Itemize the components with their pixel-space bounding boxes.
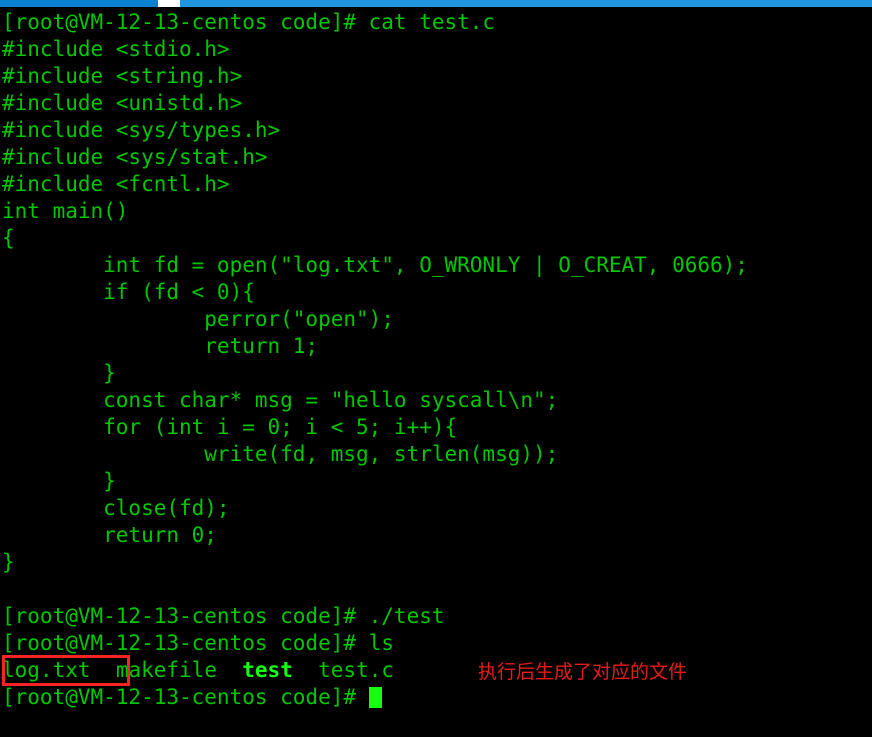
terminal-line-command-run: [root@VM-12-13-centos code]# ./test (2, 604, 445, 628)
terminal-line-code: { (2, 226, 15, 250)
terminal-cursor (368, 687, 382, 708)
terminal-line-code: return 1; (2, 334, 319, 358)
ls-entry-test-c: test.c (318, 658, 394, 682)
terminal-line-code: #include <fcntl.h> (2, 172, 230, 196)
ls-gap (91, 658, 116, 682)
terminal-screen[interactable]: [root@VM-12-13-centos code]# cat test.c … (0, 7, 872, 737)
terminal-line-code: close(fd); (2, 496, 230, 520)
ls-entry-test: test (242, 658, 293, 682)
terminal-line-code: #include <stdio.h> (2, 37, 230, 61)
terminal-line-code: const char* msg = "hello syscall\n"; (2, 388, 559, 412)
terminal-line-code: if (fd < 0){ (2, 280, 255, 304)
terminal-line-code: #include <string.h> (2, 64, 243, 88)
terminal-line-code: int main() (2, 199, 129, 223)
titlebar-inactive-strip[interactable] (180, 0, 872, 7)
titlebar-active-tab-strip[interactable] (0, 0, 158, 7)
ls-gap (217, 658, 242, 682)
terminal-line-command-cat: [root@VM-12-13-centos code]# cat test.c (2, 10, 496, 34)
terminal-line-code: int fd = open("log.txt", O_WRONLY | O_CR… (2, 253, 748, 277)
terminal-line-command-ls: [root@VM-12-13-centos code]# ls (2, 631, 394, 655)
terminal-line-code: return 0; (2, 523, 217, 547)
terminal-line-code: #include <sys/stat.h> (2, 145, 268, 169)
terminal-line-code: #include <unistd.h> (2, 91, 243, 115)
terminal-line-code: for (int i = 0; i < 5; i++){ (2, 415, 458, 439)
terminal-line-code: } (2, 550, 15, 574)
terminal-line-ls-output: log.txt makefile test test.c (2, 657, 872, 684)
terminal-line-code: perror("open"); (2, 307, 394, 331)
terminal-line-final-prompt[interactable]: [root@VM-12-13-centos code]# (2, 684, 872, 711)
terminal-line-code: } (2, 361, 116, 385)
prompt-text: [root@VM-12-13-centos code]# (2, 685, 369, 709)
window-titlebar (0, 0, 872, 7)
annotation-text: 执行后生成了对应的文件 (478, 661, 688, 683)
titlebar-separator (158, 0, 180, 7)
terminal-line-code: #include <sys/types.h> (2, 118, 281, 142)
ls-entry-makefile: makefile (115, 658, 217, 682)
terminal-line-code: write(fd, msg, strlen(msg)); (2, 442, 559, 466)
ls-entry-log-txt: log.txt (2, 658, 91, 682)
terminal-line-code: } (2, 469, 116, 493)
ls-gap (293, 658, 318, 682)
